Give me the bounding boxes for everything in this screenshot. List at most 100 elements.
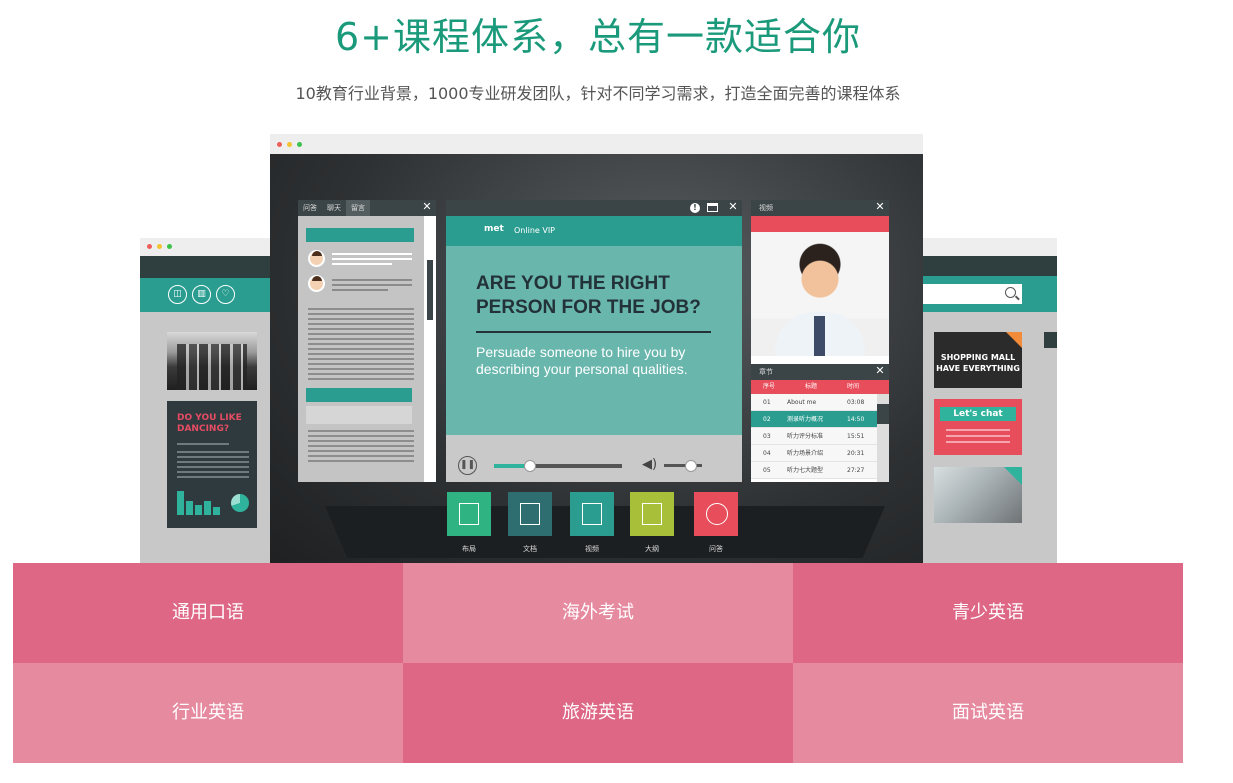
site-nav xyxy=(922,276,1057,312)
video-strip xyxy=(751,216,889,232)
lesson-slide: met Online VIP ARE YOU THE RIGHT PERSON … xyxy=(446,216,742,435)
dock-label: 文档 xyxy=(523,545,537,553)
category-youth-english[interactable]: 青少英语 xyxy=(793,563,1183,663)
chat-panel: 问答 聊天 留言 ✕ xyxy=(298,200,436,482)
window-titlebar xyxy=(922,238,1057,256)
chapter-row[interactable]: 05 听力七大题型 27:27 xyxy=(751,462,877,479)
message-line xyxy=(332,263,392,265)
category-industry-english[interactable]: 行业英语 xyxy=(13,663,403,763)
chapter-row[interactable]: 02 测录听力概况 14:50 xyxy=(751,411,877,428)
ad-subline: HAVE EVERYTHING xyxy=(936,364,1020,373)
volume-icon[interactable]: ◀) xyxy=(642,457,657,472)
side-tab xyxy=(1044,332,1057,348)
video-panel: 视频 ✕ xyxy=(751,200,889,364)
tab-chat[interactable]: 聊天 xyxy=(322,200,346,216)
dock-button[interactable]: 布局 xyxy=(447,492,491,553)
volume-track[interactable] xyxy=(664,460,702,472)
message-line xyxy=(332,258,412,260)
slide-header-strip: met Online VIP xyxy=(446,216,742,246)
media-player: ❚❚ ◀) xyxy=(446,449,742,482)
ad-headline: SHOPPING MALL xyxy=(940,353,1016,362)
site-nav: ◫ ▥ ♡ xyxy=(140,278,271,312)
chapter-title: 听力七大题型 xyxy=(787,467,824,474)
heart-icon: ♡ xyxy=(216,285,235,304)
category-overseas-exams[interactable]: 海外考试 xyxy=(403,563,793,663)
close-icon[interactable]: ✕ xyxy=(875,365,885,376)
chapter-title: 听力评分标准 xyxy=(787,433,824,440)
chapter-row[interactable]: 04 听力场景介绍 20:31 xyxy=(751,445,877,462)
close-icon[interactable]: ✕ xyxy=(728,201,738,212)
progress-knob[interactable] xyxy=(523,460,536,472)
dock-button[interactable]: 问答 xyxy=(694,492,738,553)
dancing-poster: DO YOU LIKE DANCING? xyxy=(167,401,257,528)
avatar xyxy=(308,275,325,292)
chapter-time: 20:31 xyxy=(847,450,865,457)
chapter-panel-title: 章节 xyxy=(759,368,773,376)
mockup-left-window: ◫ ▥ ♡ DO YOU LIKE DANCING? xyxy=(140,238,271,568)
poster-line xyxy=(177,476,249,478)
message-line xyxy=(332,289,388,291)
chapter-title: 测录听力概况 xyxy=(787,416,824,423)
brand-tag: Online VIP xyxy=(514,226,556,235)
maximize-dot-icon xyxy=(167,244,172,249)
category-general-speaking[interactable]: 通用口语 xyxy=(13,563,403,663)
page-title: 6+课程体系，总有一款适合你 xyxy=(334,15,862,59)
chapter-title: About me xyxy=(787,399,817,406)
dock-button[interactable]: 视频 xyxy=(570,492,614,553)
column-header: 时间 xyxy=(847,383,860,390)
chapter-row[interactable]: 01 About me 03:08 xyxy=(751,394,877,411)
chapter-row[interactable]: 03 听力评分标准 15:51 xyxy=(751,428,877,445)
chat-bar xyxy=(306,228,414,242)
progress-track[interactable] xyxy=(494,460,622,472)
chapter-panel: 章节 ✕ 序号 标题 时间 01 About me 03:08 02 测录听力概况 14:… xyxy=(751,364,889,482)
window-titlebar xyxy=(140,238,271,256)
slide-description: Persuade someone to hire you by describi… xyxy=(476,344,688,377)
nav-circle-icon: ◫ xyxy=(168,285,187,304)
minimize-dot-icon xyxy=(157,244,162,249)
tab-messages[interactable]: 留言 xyxy=(346,200,370,216)
message-line xyxy=(332,253,412,255)
scrollbar[interactable] xyxy=(424,216,436,482)
dock-label: 大纲 xyxy=(645,545,659,553)
category-interview-english[interactable]: 面试英语 xyxy=(793,663,1183,763)
minimize-dot-icon xyxy=(287,142,292,147)
close-icon[interactable]: ✕ xyxy=(875,201,885,212)
maximize-icon[interactable] xyxy=(707,203,718,212)
dock-button[interactable]: 文档 xyxy=(508,492,552,553)
close-icon[interactable]: ✕ xyxy=(422,201,432,212)
site-topbar xyxy=(140,256,271,278)
courseware-header: ! ✕ xyxy=(446,200,742,216)
slide-title: ARE YOU THE RIGHT PERSON FOR THE JOB? xyxy=(476,273,701,318)
close-dot-icon xyxy=(277,142,282,147)
lets-chat-ad: Let's chat xyxy=(934,399,1022,455)
tab-qa[interactable]: 问答 xyxy=(298,200,322,216)
poster-line xyxy=(177,461,249,463)
chapter-table-header: 序号 标题 时间 xyxy=(751,380,889,394)
poster-line xyxy=(177,471,249,473)
courseware-panel: ! ✕ met Online VIP ARE YOU THE RIGHT PER… xyxy=(446,200,742,482)
chapter-no: 03 xyxy=(763,433,771,440)
dock-tool-icon xyxy=(630,492,674,536)
pause-icon[interactable]: ❚❚ xyxy=(458,456,477,475)
chapter-no: 01 xyxy=(763,399,771,406)
ad-line xyxy=(946,435,1010,437)
ad-ribbon: Let's chat xyxy=(940,407,1016,421)
scrollbar[interactable] xyxy=(877,394,889,482)
poster-line xyxy=(177,443,229,445)
maximize-dot-icon xyxy=(297,142,302,147)
info-icon[interactable]: ! xyxy=(690,203,700,213)
chat-input[interactable] xyxy=(306,406,412,424)
dock-button[interactable]: 大纲 xyxy=(630,492,674,553)
chapter-time: 27:27 xyxy=(847,467,865,474)
category-travel-english[interactable]: 旅游英语 xyxy=(403,663,793,763)
column-header: 序号 xyxy=(763,383,776,390)
mockup-right-window: SHOPPING MALL HAVE EVERYTHING Let's chat xyxy=(922,238,1057,568)
classroom-background: 问答 聊天 留言 ✕ ! ✕ met Online VIP ARE YOU TH… xyxy=(270,154,923,568)
poster-title: DO YOU LIKE DANCING? xyxy=(177,413,242,434)
chapter-no: 02 xyxy=(763,416,771,423)
volume-knob[interactable] xyxy=(684,460,697,472)
message-line xyxy=(332,279,412,281)
poster-line xyxy=(177,451,249,453)
poster-pie-graphic xyxy=(231,494,249,512)
dock-label: 问答 xyxy=(709,545,723,553)
